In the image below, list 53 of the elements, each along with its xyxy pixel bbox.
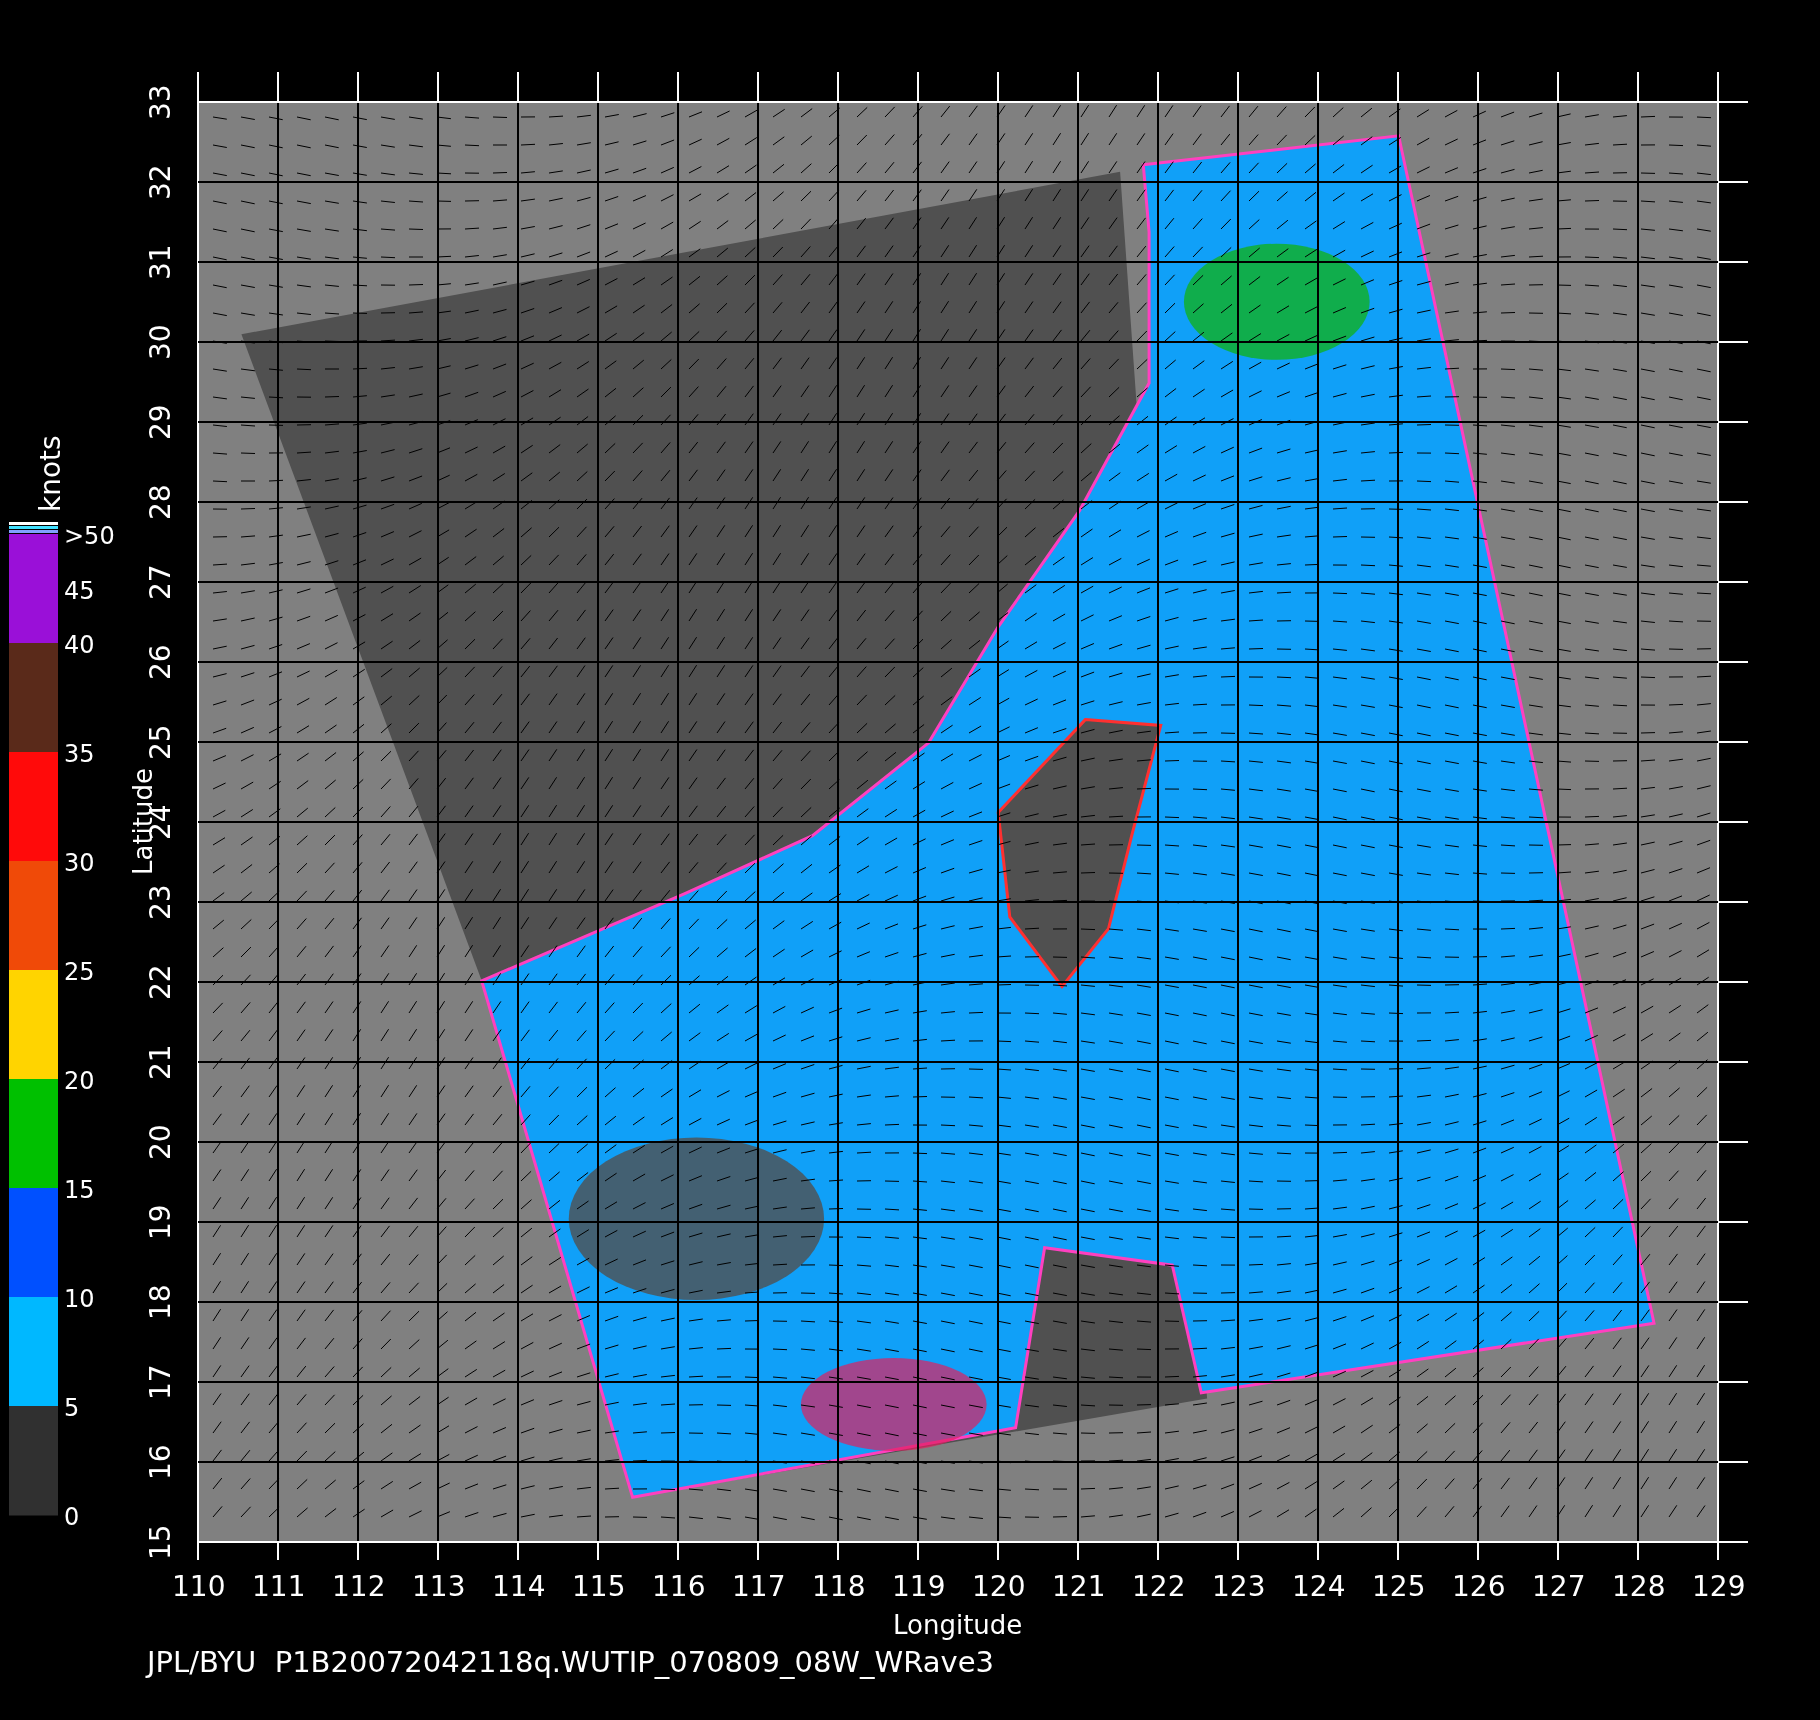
y-tick-label: 20 [144, 1124, 177, 1160]
x-tick-label: 111 [252, 1570, 306, 1603]
x-tick-label: 113 [412, 1570, 466, 1603]
colorbar-cap-drawing [9, 522, 58, 533]
y-tick-label: 23 [144, 884, 177, 920]
x-tick-label: 118 [812, 1570, 866, 1603]
y-tick-label: 17 [144, 1364, 177, 1400]
y-tick-label: 31 [144, 244, 177, 280]
x-tick-label: 116 [652, 1570, 706, 1603]
x-tick-label: 124 [1292, 1570, 1346, 1603]
y-tick-label: 27 [144, 564, 177, 600]
colorbar-label: 20 [64, 1067, 95, 1095]
colorbar-label: >50 [64, 522, 115, 550]
x-tick-label: 121 [1052, 1570, 1106, 1603]
x-tick-label: 110 [172, 1570, 226, 1603]
colorbar-label: 45 [64, 576, 95, 605]
colorbar-label: 15 [64, 1176, 95, 1204]
colorbar-label: 30 [64, 849, 95, 877]
colorbar-label: 5 [64, 1394, 80, 1422]
y-tick-label: 28 [144, 484, 177, 520]
x-tick-label: 123 [1212, 1570, 1266, 1603]
colorbar-label: 35 [64, 740, 95, 768]
x-tick-label: 120 [972, 1570, 1026, 1603]
y-tick-label: 26 [144, 644, 177, 680]
y-tick-label: 18 [144, 1284, 177, 1320]
y-tick-label: 33 [144, 84, 177, 120]
y-tick-label: 29 [144, 404, 177, 440]
x-tick-label: 119 [892, 1570, 946, 1603]
colorbar-label: 10 [64, 1285, 95, 1313]
y-tick-label: 19 [144, 1204, 177, 1240]
colorbar-label: 0 [64, 1503, 80, 1531]
y-tick-label: 15 [144, 1524, 177, 1560]
x-tick-label: 115 [572, 1570, 626, 1603]
x-tick-label: 126 [1452, 1570, 1506, 1603]
x-tick-label: 127 [1532, 1570, 1586, 1603]
x-tick-label: 125 [1372, 1570, 1426, 1603]
x-axis-label: Longitude [893, 1610, 1023, 1640]
footer-caption: JPL/BYU P1B20072042118q.WUTIP_070809_08W_WRave3 [147, 1645, 994, 1679]
colorbar-unit-label: knots [34, 435, 67, 512]
x-tick-label: 129 [1692, 1570, 1746, 1603]
x-tick-label: 112 [332, 1570, 386, 1603]
y-tick-label: 25 [144, 724, 177, 760]
y-tick-label: 16 [144, 1444, 177, 1480]
colorbar-label: 25 [64, 958, 95, 986]
x-tick-label: 117 [732, 1570, 786, 1603]
y-tick-label: 32 [144, 164, 177, 200]
y-tick-label: 21 [144, 1044, 177, 1080]
x-tick-label: 128 [1612, 1570, 1666, 1603]
y-tick-label: 22 [144, 964, 177, 1000]
x-tick-label: 122 [1132, 1570, 1186, 1603]
colorbar-label: 40 [64, 631, 95, 659]
y-tick-label: 30 [144, 324, 177, 360]
x-tick-label: 114 [492, 1570, 546, 1603]
